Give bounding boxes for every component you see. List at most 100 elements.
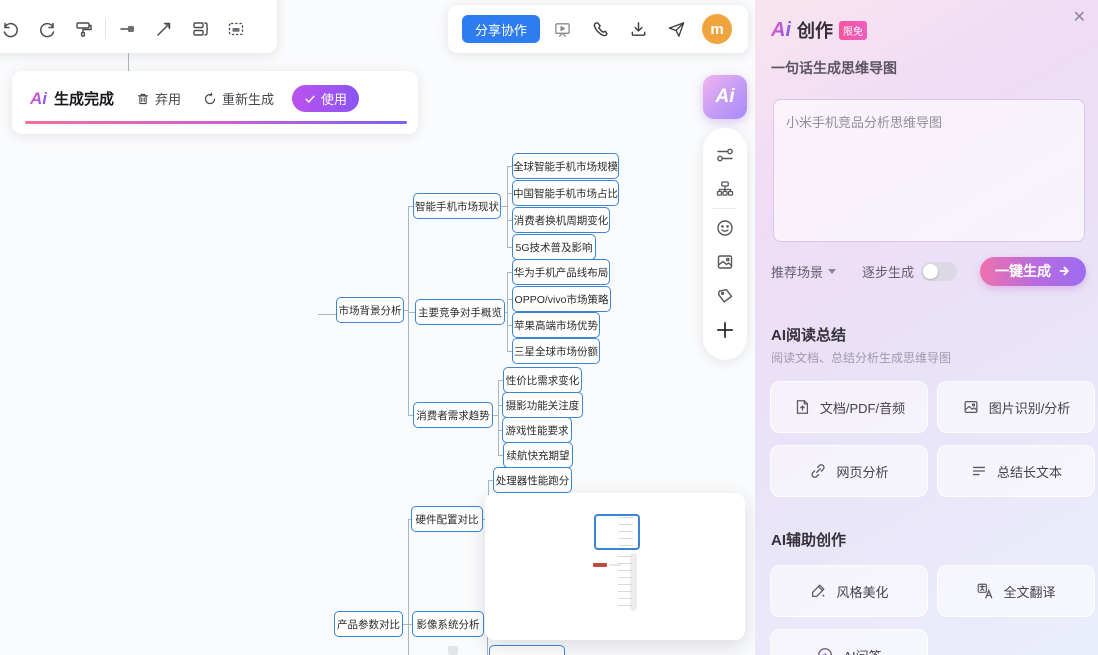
mindmap-node[interactable]: 性价比需求变化 xyxy=(503,367,582,393)
mindmap-edge xyxy=(318,314,336,315)
document-icon xyxy=(793,398,811,416)
mindmap-node[interactable]: 苹果高端市场优势 xyxy=(512,312,600,338)
regenerate-button[interactable]: 重新生成 xyxy=(203,89,274,108)
mindmap-node[interactable]: 消费者换机周期变化 xyxy=(512,207,610,233)
link-icon xyxy=(809,462,827,480)
panel-title: 创作 xyxy=(797,21,833,41)
assist-section-title: AI辅助创作 xyxy=(771,532,847,549)
mindmap-edge xyxy=(487,637,488,655)
generation-complete-dialog: Ai 生成完成 弃用 重新生成 使用 xyxy=(12,71,418,134)
discard-button[interactable]: 弃用 xyxy=(136,89,181,108)
webpage-analysis-button[interactable]: 网页分析 xyxy=(770,445,928,497)
mindmap-node[interactable]: 产品参数对比 xyxy=(334,611,403,637)
mindmap-node[interactable]: 全球智能手机市场规模 xyxy=(512,153,619,179)
ai-creation-panel: ✕ Ai 创作 限免 一句话生成思维导图 小米手机竞品分析思维导图 推荐场景 逐… xyxy=(755,0,1098,655)
presentation-icon[interactable] xyxy=(546,13,578,45)
structure-icon[interactable] xyxy=(708,172,742,206)
mindmap-edge xyxy=(408,519,409,655)
mindmap-edge xyxy=(507,166,508,247)
brush-icon xyxy=(809,582,827,600)
refresh-icon xyxy=(203,91,217,106)
stepwise-toggle[interactable] xyxy=(921,261,958,281)
insert-arrow-icon[interactable] xyxy=(147,12,181,46)
node-preview-popup xyxy=(485,493,745,640)
text-lines-icon xyxy=(970,462,988,480)
select-frame-icon[interactable] xyxy=(219,12,253,46)
ai-logo: Ai xyxy=(30,88,47,108)
preview-node-outline[interactable] xyxy=(594,514,640,550)
panel-subtitle: 一句话生成思维导图 xyxy=(771,60,897,76)
image-recognition-button[interactable]: 图片识别/分析 xyxy=(937,381,1095,433)
one-click-generate-button[interactable]: 一键生成 xyxy=(980,256,1086,286)
close-icon[interactable]: ✕ xyxy=(1073,10,1086,26)
mindmap-node[interactable]: 华为手机产品线布局 xyxy=(512,259,610,285)
toolbar-divider xyxy=(713,208,737,209)
summarize-text-button[interactable]: 总结长文本 xyxy=(937,445,1095,497)
mindmap-node[interactable]: 处理器性能跑分 xyxy=(493,467,572,493)
generate-controls: 推荐场景 逐步生成 一键生成 xyxy=(771,256,1086,286)
prompt-input[interactable]: 小米手机竞品分析思维导图 xyxy=(773,99,1085,242)
app-window: 市场背景分析 智能手机市场现状 主要竞争对手概览 消费者需求趋势 全球智能手机市场规模中… xyxy=(0,0,1098,655)
image-icon xyxy=(962,398,980,416)
mindmap-node[interactable]: 摄影功能关注度 xyxy=(502,392,583,418)
toolbar-divider xyxy=(105,19,106,39)
use-result-button[interactable]: 使用 xyxy=(292,85,360,112)
share-collab-button[interactable]: 分享协作 xyxy=(462,15,541,43)
mindmap-node[interactable]: 智能手机市场现状 xyxy=(413,193,501,219)
image-icon[interactable] xyxy=(708,245,742,279)
style-beautify-button[interactable]: 风格美化 xyxy=(770,565,928,617)
relation-icon[interactable] xyxy=(708,138,742,172)
undo-icon[interactable] xyxy=(0,12,28,46)
chevron-down-icon xyxy=(828,268,837,274)
redo-icon[interactable] xyxy=(30,12,64,46)
layout-icon[interactable] xyxy=(183,12,217,46)
phone-icon[interactable] xyxy=(584,13,616,45)
mindmap-node[interactable]: 续航快充期望 xyxy=(503,442,573,468)
partial-node-fragment xyxy=(448,646,458,655)
recommended-scene-dropdown[interactable]: 推荐场景 xyxy=(771,262,837,281)
mindmap-node[interactable]: 影像系统分析 xyxy=(412,611,484,637)
stepwise-toggle-group: 逐步生成 xyxy=(862,261,958,281)
emoji-icon[interactable] xyxy=(708,211,742,245)
arrow-right-icon xyxy=(1059,266,1069,276)
mindmap-node[interactable]: 5G技术普及影响 xyxy=(512,234,596,260)
mindmap-edge xyxy=(498,380,499,455)
ai-assistant-button[interactable]: Ai xyxy=(703,75,747,119)
red-marker-dash xyxy=(593,563,607,567)
mindmap-node[interactable]: 消费者需求趋势 xyxy=(413,402,493,428)
insert-toolbar xyxy=(703,128,747,360)
ai-qa-button[interactable]: AI问答 xyxy=(770,629,928,655)
ai-logo: Ai xyxy=(771,18,791,41)
format-painter-icon[interactable] xyxy=(66,12,100,46)
check-icon xyxy=(304,93,316,105)
generation-progress-bar xyxy=(25,121,407,124)
trash-icon xyxy=(136,92,150,106)
generation-status-title: 生成完成 xyxy=(54,91,115,108)
insert-node-icon[interactable] xyxy=(111,12,145,46)
mindmap-node[interactable] xyxy=(489,645,565,655)
tag-icon[interactable] xyxy=(708,279,742,313)
download-icon[interactable] xyxy=(622,13,654,45)
ruler-ticks-top xyxy=(619,517,633,548)
translate-button[interactable]: 全文翻译 xyxy=(937,565,1095,617)
mindmap-node[interactable]: 主要竞争对手概览 xyxy=(415,299,505,325)
translate-icon xyxy=(976,582,994,600)
mindmap-node[interactable]: 中国智能手机市场占比 xyxy=(512,180,619,206)
mindmap-node[interactable]: OPPO/vivo市场策略 xyxy=(512,286,611,312)
mindmap-node[interactable]: 游戏性能要求 xyxy=(502,417,572,443)
edit-toolbar xyxy=(0,0,277,53)
mindmap-node[interactable]: 市场背景分析 xyxy=(336,297,404,323)
user-avatar[interactable]: m xyxy=(702,14,733,44)
collab-toolbar: 分享协作 m xyxy=(448,5,748,53)
plus-icon[interactable] xyxy=(708,313,742,347)
send-icon[interactable] xyxy=(660,13,692,45)
mindmap-edge xyxy=(507,272,508,352)
gray-marker-dash xyxy=(609,564,621,566)
panel-header: Ai 创作 限免 xyxy=(771,17,867,43)
doc-pdf-audio-button[interactable]: 文档/PDF/音频 xyxy=(770,381,928,433)
mindmap-node[interactable]: 硬件配置对比 xyxy=(411,506,483,532)
mindmap-node[interactable]: 三星全球市场份额 xyxy=(512,338,600,364)
read-section-subtitle: 阅读文档、总结分析生成思维导图 xyxy=(771,351,952,365)
qa-bot-icon xyxy=(816,646,834,655)
mindmap-edge xyxy=(128,53,129,71)
